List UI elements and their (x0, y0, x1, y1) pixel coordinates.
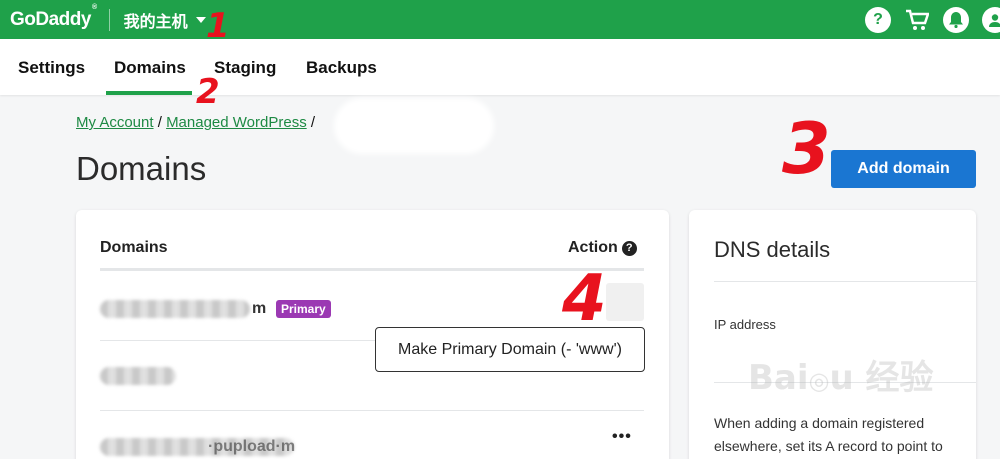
avatar-icon[interactable] (982, 6, 1000, 33)
bell-icon[interactable] (943, 6, 969, 33)
active-tab-indicator (106, 91, 192, 95)
breadcrumb-managed-wordpress[interactable]: Managed WordPress (166, 114, 307, 131)
redacted-breadcrumb (334, 98, 494, 154)
add-domain-button[interactable]: Add domain (831, 150, 976, 188)
dns-title: DNS details (714, 237, 831, 262)
help-icon[interactable]: ? (621, 240, 637, 256)
top-bar: GoDaddy® 我的主机 ? (0, 0, 1000, 39)
domains-column-header: Domains (100, 239, 168, 256)
section-nav: Settings Domains Staging Backups (0, 39, 1000, 95)
annotation-4: 4 (562, 262, 607, 336)
breadcrumb: My Account / Managed WordPress / (76, 114, 315, 131)
ip-address-label: IP address (714, 317, 776, 332)
cart-icon[interactable] (904, 7, 930, 33)
godaddy-logo[interactable]: GoDaddy® (10, 4, 97, 31)
row-action-menu[interactable]: ••• (612, 428, 632, 446)
tab-domains[interactable]: Domains (114, 58, 186, 78)
annotation-1: 1 (206, 6, 230, 46)
dns-divider (714, 281, 976, 282)
dns-note: When adding a domain registered elsewher… (714, 415, 943, 454)
row-action-button[interactable] (606, 283, 644, 321)
tab-settings[interactable]: Settings (18, 58, 85, 78)
tab-staging[interactable]: Staging (214, 58, 276, 78)
chevron-down-icon (195, 16, 206, 23)
action-column-header: Action? (568, 239, 637, 257)
breadcrumb-separator: / (157, 114, 162, 131)
site-selector[interactable]: 我的主机 (124, 8, 206, 32)
breadcrumb-my-account[interactable]: My Account (76, 114, 154, 131)
annotation-3: 3 (782, 108, 831, 190)
dns-details-card: DNS details IP address When adding a dom… (689, 210, 976, 459)
redacted-domain (100, 367, 176, 385)
domain-name: ·pupload·m (208, 438, 296, 455)
primary-badge: Primary (276, 300, 331, 318)
site-name: 我的主机 (123, 11, 188, 31)
redacted-domain (100, 300, 250, 318)
domain-name: m (252, 300, 267, 317)
help-icon[interactable]: ? (865, 6, 891, 33)
annotation-2: 2 (196, 72, 220, 112)
baidu-watermark: Bai◎u 经验 (748, 358, 934, 398)
tab-backups[interactable]: Backups (306, 58, 377, 78)
topbar-divider (108, 8, 110, 31)
page-title: Domains (76, 150, 207, 187)
row-divider (100, 410, 644, 411)
topbar-icons: ? (852, 0, 1000, 39)
breadcrumb-separator: / (310, 114, 316, 131)
